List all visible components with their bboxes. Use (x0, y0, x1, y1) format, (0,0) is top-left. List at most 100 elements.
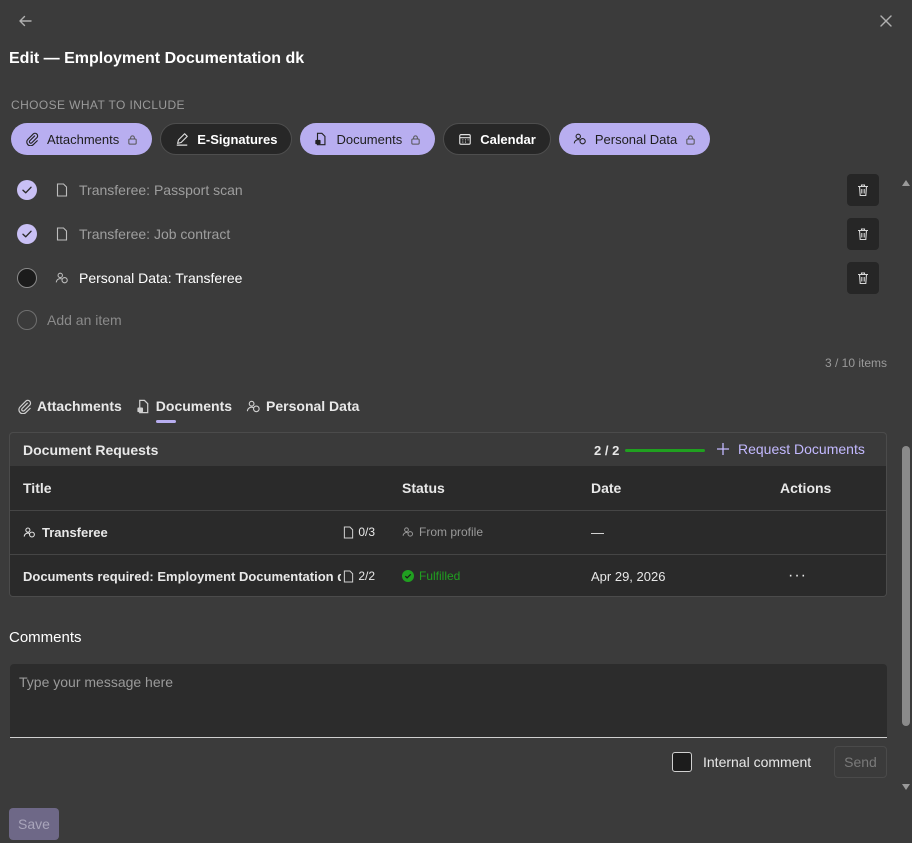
tab-personal-data[interactable]: Personal Data (246, 396, 359, 416)
scrollbar-thumb[interactable] (902, 446, 910, 726)
chip-e-signatures[interactable]: E-Signatures (160, 123, 293, 155)
people-icon (54, 271, 70, 285)
chip-attachments[interactable]: Attachments (11, 123, 153, 155)
col-actions: Actions (767, 466, 886, 511)
more-actions-button[interactable]: ··· (780, 567, 807, 584)
tab-documents[interactable]: Documents (136, 396, 233, 423)
progress-text: 2 / 2 (594, 443, 620, 458)
plus-icon (717, 443, 729, 455)
people-icon (23, 527, 35, 537)
scroll-down-button[interactable] (902, 784, 910, 790)
trash-icon (858, 184, 868, 197)
comment-box (10, 664, 887, 738)
item-count: 3 / 10 items (824, 356, 887, 370)
cell-status: From profile (389, 510, 578, 555)
chip-label: Personal Data (594, 131, 678, 147)
internal-comment-label: Internal comment (703, 754, 812, 770)
chip-label: Calendar (480, 131, 536, 147)
cell-status: Fulfilled (389, 554, 578, 596)
people-icon (246, 400, 260, 412)
request-documents-button[interactable]: Request Documents (716, 441, 865, 457)
row-doc-count: 2/2 (358, 569, 375, 584)
checkmark-icon (22, 230, 32, 238)
document-lock-icon (315, 132, 326, 146)
item-label: Transferee: Job contract (79, 226, 231, 242)
checklist-item: Transferee: Job contract (17, 218, 879, 250)
tab-label: Documents (155, 398, 233, 414)
trash-icon (858, 228, 868, 241)
lock-icon (128, 134, 137, 145)
item-label: Transferee: Passport scan (79, 182, 243, 198)
requests-table: Title Status Date Actions Transferee 0/3… (10, 466, 886, 596)
item-label: Personal Data: Transferee (79, 270, 243, 286)
add-item-circle (17, 310, 37, 330)
comment-input[interactable] (19, 674, 878, 727)
calendar-icon (459, 134, 472, 145)
panel-title: Document Requests (23, 441, 159, 458)
lock-icon (411, 134, 420, 145)
tab-attachments[interactable]: Attachments (17, 396, 122, 416)
checklist-item: Transferee: Passport scan (17, 174, 879, 206)
people-icon (573, 133, 586, 145)
cell-actions: ··· (767, 554, 886, 596)
comments-title: Comments (9, 629, 82, 646)
caret-down-icon (902, 784, 910, 790)
chip-label: Documents (336, 131, 403, 147)
panel-header: Document Requests 2 / 2 Request Document… (10, 433, 886, 466)
close-button[interactable] (872, 7, 900, 35)
scroll-up-button[interactable] (902, 180, 910, 186)
table-row[interactable]: Documents required: Employment Documenta… (10, 554, 886, 596)
lock-icon (686, 134, 695, 145)
progress-bar (625, 449, 706, 452)
cell-date: — (578, 510, 767, 555)
tab-label: Attachments (37, 398, 122, 414)
caret-up-icon (902, 180, 910, 186)
back-button[interactable] (11, 7, 39, 35)
item-checkbox[interactable] (17, 224, 37, 244)
chip-personal-data[interactable]: Personal Data (558, 123, 711, 155)
item-checkbox[interactable] (17, 268, 37, 288)
delete-item-button[interactable] (847, 218, 879, 250)
send-button[interactable]: Send (834, 746, 887, 778)
check-circle-icon (402, 570, 414, 583)
close-icon (880, 15, 892, 27)
col-date: Date (578, 466, 767, 511)
pen-icon (177, 133, 189, 146)
internal-comment-checkbox[interactable] (672, 752, 692, 772)
include-chips: Attachments E-Signatures Documents Calen… (11, 123, 711, 155)
col-status: Status (389, 466, 578, 511)
add-item-input[interactable]: Add an item (47, 312, 122, 328)
checklist-item: Personal Data: Transferee (17, 262, 879, 294)
add-item-row[interactable]: Add an item (17, 304, 879, 336)
chip-label: Attachments (47, 131, 120, 147)
cell-date: Apr 29, 2026 (578, 554, 767, 596)
item-checkbox[interactable] (17, 180, 37, 200)
request-documents-label: Request Documents (738, 441, 865, 457)
delete-item-button[interactable] (847, 262, 879, 294)
tab-label: Personal Data (266, 398, 360, 414)
row-status: From profile (419, 525, 484, 539)
cell-title: Transferee 0/3 (10, 510, 389, 555)
progress-fill (625, 449, 706, 452)
delete-item-button[interactable] (847, 174, 879, 206)
cell-title: Documents required: Employment Documenta… (10, 554, 389, 596)
internal-comment-toggle[interactable]: Internal comment (672, 752, 811, 772)
page-title: Edit — Employment Documentation dk (9, 50, 305, 67)
paperclip-icon (18, 399, 32, 414)
arrow-left-icon (19, 15, 32, 27)
row-title: Documents required: Employment Documenta… (23, 568, 341, 584)
save-button[interactable]: Save (9, 808, 59, 840)
document-icon (344, 570, 354, 583)
include-section-label: CHOOSE WHAT TO INCLUDE (11, 98, 185, 112)
col-title: Title (10, 466, 389, 511)
chip-label: E-Signatures (197, 131, 278, 147)
trash-icon (858, 272, 868, 285)
table-row[interactable]: Transferee 0/3 From profile — (10, 510, 886, 555)
checkmark-icon (22, 186, 32, 194)
row-status: Fulfilled (419, 569, 461, 584)
chip-documents[interactable]: Documents (300, 123, 436, 155)
paperclip-icon (26, 132, 39, 146)
row-doc-count: 0/3 (358, 525, 375, 539)
chip-calendar[interactable]: Calendar (443, 123, 551, 155)
document-icon (344, 525, 354, 539)
